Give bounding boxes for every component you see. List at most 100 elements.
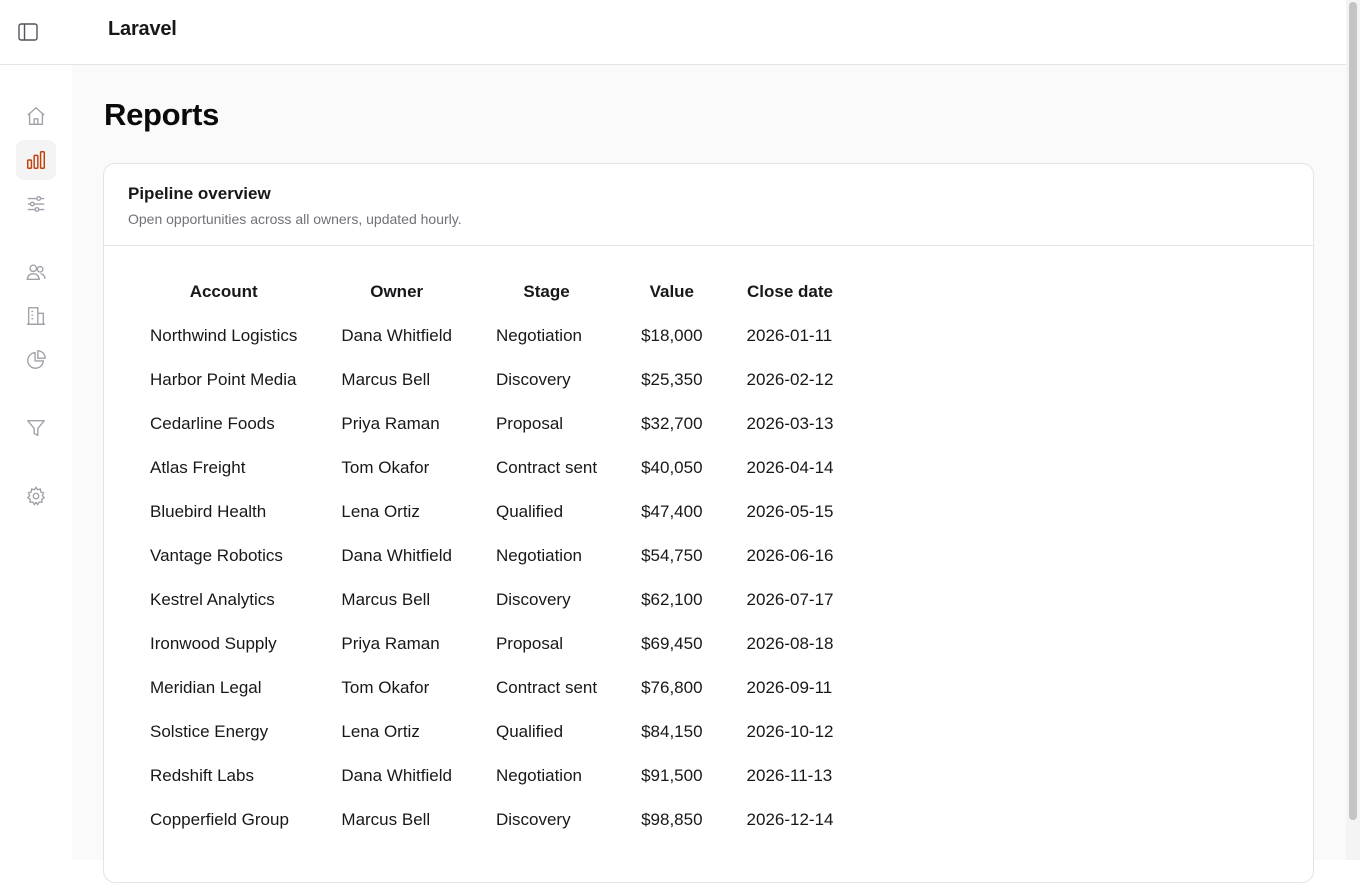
account-cell: Meridian Legal [150,678,262,697]
filter-icon [27,419,45,437]
account-cell: Redshift Labs [150,766,254,785]
brand-name[interactable]: Laravel [108,18,177,41]
close-date-cell: 2026-11-13 [746,766,833,785]
owner-cell: Marcus Bell [341,370,431,389]
owner-cell: Tom Okafor [341,678,430,697]
stage-cell: Contract sent [495,458,598,477]
main-content: Reports Pipeline overview Open opportuni… [72,65,1346,883]
column-header-value: Value [649,282,695,301]
owner-cell: Priya Raman [341,634,440,653]
table-row: Kestrel Analytics Marcus Bell Discovery $62… [128,578,856,622]
close-date-cell: 2026-05-15 [746,502,834,521]
owner-cell: Priya Raman [341,414,440,433]
value-cell: $32,700 [641,414,703,433]
account-cell: Ironwood Supply [150,634,277,653]
column-header-close-date: Close date [747,282,833,301]
table-row: Cedarline Foods Priya Raman Proposal $32,70… [128,402,856,446]
account-cell: Copperfield Group [150,810,289,829]
value-cell: $62,100 [641,590,703,609]
nav-users[interactable] [16,252,56,292]
bar-chart-icon [27,151,45,169]
stage-cell: Qualified [495,502,564,521]
card-subtitle: Open opportunities across all owners, up… [128,211,462,227]
account-cell: Harbor Point Media [150,370,297,389]
account-cell: Bluebird Health [150,502,267,521]
card-title: Pipeline overview [128,184,271,203]
account-cell: Kestrel Analytics [150,590,275,609]
scrollbar-thumb[interactable] [1349,2,1357,820]
sliders-icon [27,195,45,213]
nav-settings-sliders[interactable] [16,184,56,224]
close-date-cell: 2026-02-12 [746,370,834,389]
gear-icon [26,485,46,506]
close-date-cell: 2026-10-12 [746,722,834,741]
stage-cell: Contract sent [495,678,598,697]
close-date-cell: 2026-12-14 [746,810,834,829]
nav-reports[interactable] [16,140,56,180]
account-cell: Cedarline Foods [150,414,275,433]
nav-home[interactable] [16,96,56,136]
close-date-cell: 2026-01-11 [746,326,833,345]
home-icon [27,107,45,125]
stage-cell: Discovery [495,590,571,609]
column-header-stage: Stage [523,282,570,301]
close-date-cell: 2026-08-18 [746,634,834,653]
owner-cell: Dana Whitfield [341,766,452,785]
page-title: Reports [104,97,220,132]
value-cell: $47,400 [641,502,703,521]
users-icon [26,264,46,281]
card-header: Pipeline overview Open opportunities acr… [104,164,1313,246]
owner-cell: Marcus Bell [341,810,431,829]
top-bar: Laravel [0,0,1346,65]
owner-cell: Lena Ortiz [341,502,420,521]
account-cell: Solstice Energy [150,722,269,741]
owner-cell: Marcus Bell [341,590,431,609]
close-date-cell: 2026-09-11 [746,678,833,697]
stage-cell: Discovery [495,370,571,389]
close-date-cell: 2026-03-13 [746,414,834,433]
pipeline-table: Account Owner Stage Value Close date Nor… [128,270,856,842]
table-row: Copperfield Group Marcus Bell Discovery $98… [128,798,856,842]
page-scrollbar[interactable] [1346,0,1360,860]
table-row: Solstice Energy Lena Ortiz Qualified $84,15… [128,710,856,754]
table-body: Northwind Logistics Dana Whitfield Negotia… [128,314,856,842]
table-row: Ironwood Supply Priya Raman Proposal $69,45… [128,622,856,666]
pie-chart-icon [27,350,46,369]
stage-cell: Proposal [495,634,564,653]
table-row: Northwind Logistics Dana Whitfield Negotia… [128,314,856,358]
nav-filters[interactable] [16,408,56,448]
table-row: Redshift Labs Dana Whitfield Negotiation $9… [128,754,856,798]
nav-companies[interactable] [16,296,56,336]
value-cell: $18,000 [641,326,703,345]
value-cell: $91,500 [641,766,703,785]
pipeline-card: Pipeline overview Open opportunities acr… [103,163,1314,883]
value-cell: $54,750 [641,546,703,565]
sidebar [0,65,72,860]
sidebar-toggle-icon[interactable] [16,20,40,44]
stage-cell: Proposal [495,414,564,433]
value-cell: $40,050 [641,458,703,477]
account-cell: Northwind Logistics [150,326,298,345]
close-date-cell: 2026-07-17 [746,590,834,609]
table-row: Harbor Point Media Marcus Bell Discovery $2… [128,358,856,402]
column-header-account: Account [189,282,258,301]
column-header-owner: Owner [370,282,424,301]
value-cell: $25,350 [641,370,703,389]
table-row: Meridian Legal Tom Okafor Contract sent $76… [128,666,856,710]
account-cell: Vantage Robotics [150,546,283,565]
owner-cell: Lena Ortiz [341,722,420,741]
owner-cell: Dana Whitfield [341,326,452,345]
table-header-row: Account Owner Stage Value Close date [128,270,856,314]
close-date-cell: 2026-04-14 [746,458,834,477]
value-cell: $76,800 [641,678,703,697]
close-date-cell: 2026-06-16 [746,546,834,565]
stage-cell: Negotiation [495,326,582,345]
table-row: Vantage Robotics Dana Whitfield Negotiatio… [128,534,856,578]
building-icon [26,307,46,325]
nav-analytics[interactable] [16,340,56,380]
nav-settings[interactable] [16,476,56,516]
value-cell: $69,450 [641,634,703,653]
value-cell: $84,150 [641,722,703,741]
stage-cell: Negotiation [495,766,582,785]
value-cell: $98,850 [641,810,703,829]
